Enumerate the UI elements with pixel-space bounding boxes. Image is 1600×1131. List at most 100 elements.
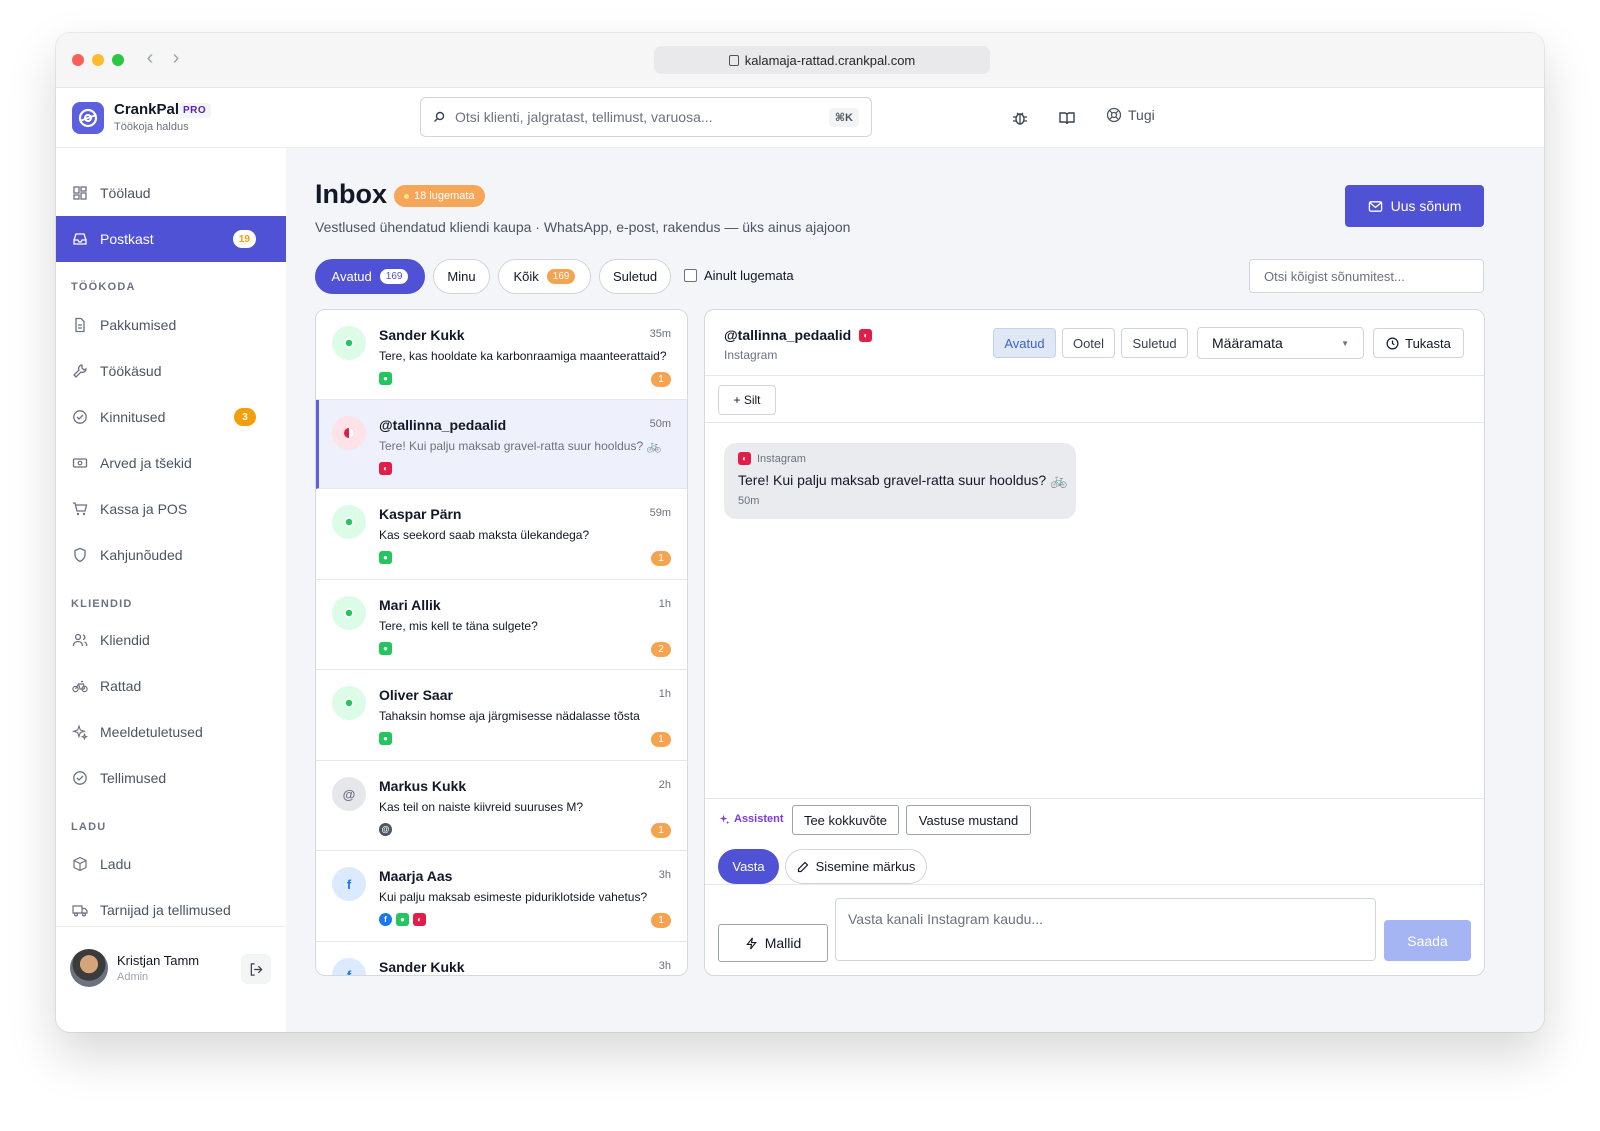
filter-mine[interactable]: Minu	[433, 259, 490, 294]
check-circle-icon	[73, 410, 87, 424]
facebook-avatar-icon: f	[332, 867, 366, 901]
wrench-icon	[73, 364, 87, 378]
reply-textarea[interactable]: Vasta kanali Instagram kaudu...	[835, 898, 1376, 961]
instagram-channel-icon: ◐	[379, 462, 392, 475]
maximize-window-button[interactable]	[112, 54, 124, 66]
filter-closed[interactable]: Suletud	[599, 259, 671, 294]
docs-book-icon[interactable]	[1057, 108, 1077, 128]
mail-icon	[1368, 200, 1382, 212]
filter-open[interactable]: Avatud 169	[315, 259, 425, 294]
truck-icon	[72, 905, 88, 917]
unread-badge: 2	[651, 642, 671, 657]
message-search-input[interactable]: Otsi kõigist sõnumitest...	[1249, 259, 1484, 293]
sidebar-item-rattad[interactable]: Rattad	[56, 663, 286, 709]
assistant-text: Assistent	[734, 813, 784, 825]
message-time: 50m	[738, 495, 760, 507]
section-heading-clients: KLIENDID	[71, 598, 133, 610]
sidebar-item-label: Arved ja tšekid	[100, 455, 192, 471]
sidebar-item-label: Kinnitused	[100, 409, 166, 425]
minimize-window-button[interactable]	[92, 54, 104, 66]
back-arrow-icon[interactable]: ‹	[143, 47, 157, 70]
snooze-label: Tukasta	[1405, 335, 1451, 351]
sidebar-item-meeldetuletused[interactable]: Meeldetuletused	[56, 709, 286, 755]
bike-icon	[72, 680, 88, 693]
conversation-detail: @tallinna_pedaalid ◐ Instagram Avatud Oo…	[704, 309, 1485, 976]
unread-badge: 1	[651, 732, 671, 747]
conversation-preview: Tere! Kui palju maksab gravel-ratta suur…	[379, 439, 662, 453]
dashboard-icon	[73, 186, 87, 200]
draft-reply-button[interactable]: Vastuse mustand	[906, 805, 1031, 835]
logout-icon	[250, 962, 263, 976]
conversation-item[interactable]: Sander Kukk 35m Tere, kas hooldate ka ka…	[316, 310, 687, 400]
search-icon	[434, 111, 445, 122]
conversation-preview: Kui palju maksab esimeste piduriklotside…	[379, 890, 648, 904]
whatsapp-avatar-icon	[332, 596, 366, 630]
tab-reply[interactable]: Vasta	[718, 849, 779, 884]
support-label: Tugi	[1128, 107, 1155, 123]
crankpal-logo-icon[interactable]	[72, 102, 104, 134]
conversation-item[interactable]: f Sander Kukk 3h	[316, 942, 687, 975]
send-button[interactable]: Saada	[1384, 920, 1471, 961]
instagram-avatar-icon	[332, 416, 366, 450]
conversation-name: Kaspar Pärn	[379, 506, 462, 522]
sidebar-item-kinnitused[interactable]: Kinnitused 3	[56, 394, 286, 440]
sidebar-item-kassa[interactable]: Kassa ja POS	[56, 486, 286, 532]
whatsapp-channel-icon: ●	[396, 913, 409, 926]
logout-button[interactable]	[241, 954, 271, 984]
close-window-button[interactable]	[72, 54, 84, 66]
sidebar-item-postkast[interactable]: Postkast 19	[56, 216, 286, 262]
confirmations-count-badge: 3	[234, 408, 256, 426]
instagram-channel-icon: ◐	[738, 452, 751, 465]
conversation-item[interactable]: Kaspar Pärn 59m Kas seekord saab maksta …	[316, 489, 687, 580]
conversation-item[interactable]: f Maarja Aas 3h Kui palju maksab esimest…	[316, 851, 687, 942]
incoming-message: ◐ Instagram Tere! Kui palju maksab grave…	[724, 443, 1076, 519]
unread-badge: 1	[651, 551, 671, 566]
summarize-button[interactable]: Tee kokkuvõte	[792, 805, 899, 835]
conversation-time: 35m	[649, 328, 671, 340]
avatar[interactable]	[70, 949, 108, 987]
sidebar-item-kahjunouded[interactable]: Kahjunõuded	[56, 532, 286, 578]
sidebar-item-ladu[interactable]: Ladu	[56, 841, 286, 887]
support-link[interactable]: Tugi	[1106, 107, 1155, 123]
templates-button[interactable]: Mallid	[718, 924, 828, 962]
tab-internal-note[interactable]: Sisemine märkus	[785, 849, 927, 884]
sidebar-item-tellimused[interactable]: Tellimused	[56, 755, 286, 801]
conversation-name: Sander Kukk	[379, 327, 465, 343]
global-search-input[interactable]: Otsi klienti, jalgratast, tellimust, var…	[420, 97, 872, 137]
add-tag-button[interactable]: + Silt	[718, 385, 776, 415]
snooze-button[interactable]: Tukasta	[1373, 328, 1464, 358]
sidebar-item-tookasud[interactable]: Töökäsud	[56, 348, 286, 394]
bug-report-icon[interactable]	[1010, 108, 1030, 128]
inbox-main: Inbox 18 lugemata Vestlused ühendatud kl…	[286, 148, 1544, 1032]
address-bar[interactable]: kalamaja-rattad.crankpal.com	[654, 46, 990, 74]
conversation-item[interactable]: Oliver Saar 1h Tahaksin homse aja järgmi…	[316, 670, 687, 761]
facebook-channel-icon: f	[379, 913, 392, 926]
only-unread-toggle[interactable]: Ainult lugemata	[684, 268, 794, 283]
assignee-select[interactable]: Määramata ▼	[1197, 327, 1364, 359]
conversation-item[interactable]: @ Markus Kukk 2h Kas teil on naiste kiiv…	[316, 761, 687, 851]
status-open-button[interactable]: Avatud	[993, 328, 1056, 358]
status-closed-button[interactable]: Suletud	[1121, 328, 1188, 358]
forward-arrow-icon[interactable]: ›	[169, 47, 183, 70]
conversation-preview: Tere, kas hooldate ka karbonraamiga maan…	[379, 349, 667, 363]
new-message-button[interactable]: Uus sõnum	[1345, 185, 1484, 227]
inbox-icon	[73, 233, 87, 245]
search-placeholder: Otsi klienti, jalgratast, tellimust, var…	[455, 109, 713, 125]
sidebar-item-label: Kassa ja POS	[100, 501, 188, 517]
sidebar-item-label: Postkast	[100, 231, 154, 247]
filter-all[interactable]: Kõik 169	[498, 259, 591, 294]
conversation-item-selected[interactable]: @tallinna_pedaalid 50m Tere! Kui palju m…	[316, 400, 687, 489]
conversation-item[interactable]: Mari Allik 1h Tere, mis kell te täna sul…	[316, 580, 687, 670]
filter-label: Minu	[447, 269, 476, 284]
sidebar-item-toolaud[interactable]: Töölaud	[56, 170, 286, 216]
only-unread-checkbox[interactable]	[684, 269, 697, 282]
conversation-preview: Tahaksin homse aja järgmisesse nädalasse…	[379, 709, 640, 723]
status-pending-button[interactable]: Ootel	[1062, 328, 1115, 358]
whatsapp-channel-icon: ●	[379, 372, 392, 385]
sidebar-item-pakkumised[interactable]: Pakkumised	[56, 302, 286, 348]
sidebar-item-arved[interactable]: Arved ja tšekid	[56, 440, 286, 486]
whatsapp-avatar-icon	[332, 505, 366, 539]
sidebar-item-kliendid[interactable]: Kliendid	[56, 617, 286, 663]
instagram-channel-icon: ◐	[859, 328, 873, 342]
conversation-name: Maarja Aas	[379, 868, 453, 884]
